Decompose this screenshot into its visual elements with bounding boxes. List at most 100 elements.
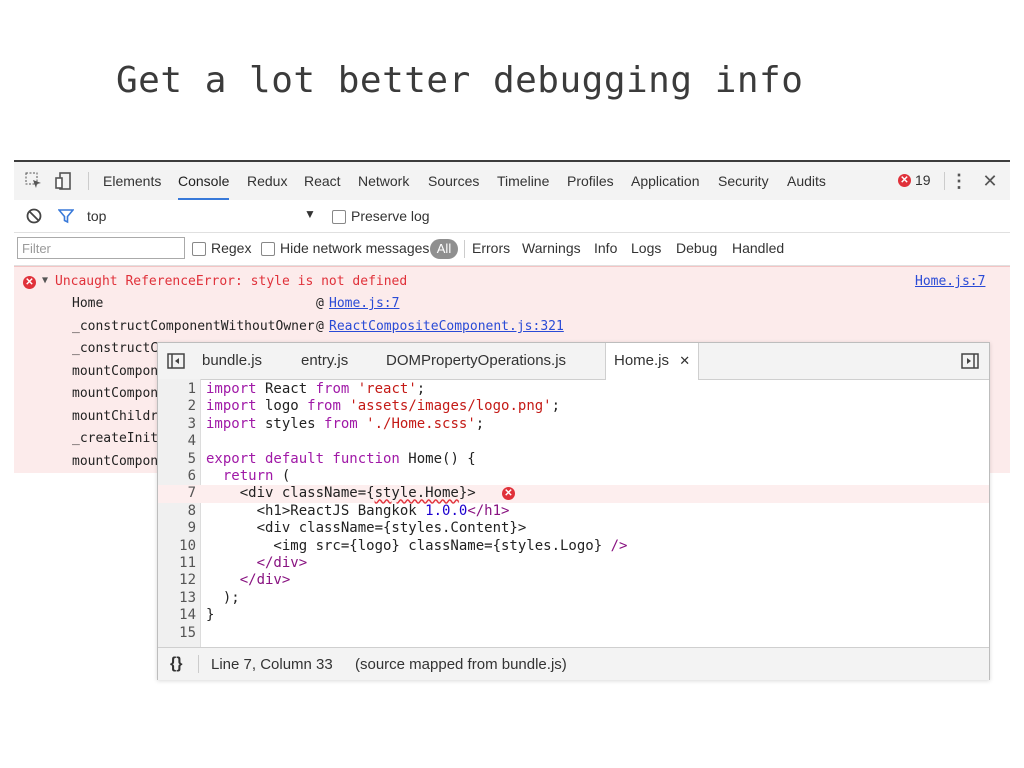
line-number: 3 <box>187 415 196 432</box>
line-number: 13 <box>179 589 196 606</box>
code-line[interactable]: 6 return ( <box>158 468 989 485</box>
level-info-button[interactable]: Info <box>594 240 617 256</box>
code-text: } <box>206 607 215 624</box>
code-text: </div> <box>239 572 291 589</box>
code-line[interactable]: 1 import React from 'react'; <box>158 381 989 398</box>
tab-profiles[interactable]: Profiles <box>567 162 614 200</box>
tab-sources[interactable]: Sources <box>428 162 479 200</box>
tab-audits[interactable]: Audits <box>787 162 826 200</box>
more-options-icon[interactable]: ⋮ <box>949 171 969 191</box>
stack-fn: _constructComponentWithoutOwner <box>72 319 315 334</box>
error-source-link[interactable]: Home.js:7 <box>915 274 985 289</box>
stack-fn: _createInit <box>72 431 159 446</box>
close-tab-icon[interactable]: ✕ <box>679 353 690 368</box>
devtools-tabbar: Elements Console Redux React Network Sou… <box>14 162 1010 201</box>
code-text: export default function Home() { <box>206 450 476 467</box>
level-all-button[interactable]: All <box>430 239 458 259</box>
code-line[interactable]: 2 import logo from 'assets/images/logo.pn… <box>158 398 989 415</box>
slide-title: Get a lot better debugging info <box>116 60 804 101</box>
chevron-down-icon[interactable]: ▼ <box>304 207 316 221</box>
context-select[interactable]: top <box>87 208 106 224</box>
code-text: import logo from 'assets/images/logo.png… <box>206 398 561 415</box>
tab-react[interactable]: React <box>304 162 341 200</box>
code-line[interactable]: 10 <img src={logo} className={styles.Log… <box>158 538 989 555</box>
source-tab-dompropertyoperations[interactable]: DOMPropertyOperations.js <box>386 343 566 379</box>
sources-tabbar: bundle.js entry.js DOMPropertyOperations… <box>158 343 989 380</box>
source-map-note: (source mapped from bundle.js) <box>355 656 567 673</box>
close-icon[interactable]: ✕ <box>980 171 1000 191</box>
stack-fn: mountCompon <box>72 364 159 379</box>
stack-source-link[interactable]: Home.js:7 <box>329 296 399 311</box>
level-warnings-button[interactable]: Warnings <box>522 240 581 256</box>
sources-status-bar: {} Line 7, Column 33 (source mapped from… <box>158 647 989 680</box>
line-number: 9 <box>187 520 196 537</box>
code-line[interactable]: 14} <box>158 607 989 624</box>
tab-console[interactable]: Console <box>178 162 230 200</box>
line-number: 1 <box>187 381 196 397</box>
error-icon: ✕ <box>898 173 911 187</box>
stack-fn: mountChildr <box>72 409 159 424</box>
line-number: 7 <box>187 485 196 502</box>
level-handled-button[interactable]: Handled <box>732 240 784 256</box>
code-line[interactable]: 11 </div> <box>158 555 989 572</box>
code-line[interactable]: 12 </div> <box>158 572 989 589</box>
hide-network-checkbox[interactable] <box>261 242 275 256</box>
tab-network[interactable]: Network <box>358 162 409 200</box>
preserve-log-checkbox[interactable] <box>332 210 346 224</box>
level-logs-button[interactable]: Logs <box>631 240 661 256</box>
cursor-position: Line 7, Column 33 <box>211 656 333 673</box>
regex-checkbox[interactable] <box>192 242 206 256</box>
hide-network-label: Hide network messages <box>280 240 430 256</box>
code-line[interactable]: 3 import styles from './Home.scss'; <box>158 416 989 433</box>
tab-redux[interactable]: Redux <box>247 162 287 200</box>
tab-application[interactable]: Application <box>631 162 700 200</box>
at-symbol: @ <box>316 296 324 311</box>
clear-console-icon[interactable] <box>24 206 44 226</box>
pretty-print-icon[interactable]: {} <box>170 655 182 673</box>
source-tab-home[interactable]: Home.js ✕ <box>605 343 700 380</box>
source-tab-entry[interactable]: entry.js <box>301 343 348 379</box>
stack-source-link[interactable]: ReactCompositeComponent.js:321 <box>329 319 564 334</box>
code-text: import React from 'react'; <box>206 381 426 397</box>
level-errors-button[interactable]: Errors <box>472 240 510 256</box>
error-icon: ✕ <box>23 276 36 289</box>
tab-security[interactable]: Security <box>718 162 769 200</box>
error-count-value: 19 <box>915 172 931 188</box>
toggle-debugger-icon[interactable] <box>960 351 980 371</box>
inspect-element-icon[interactable] <box>24 171 44 191</box>
filter-input[interactable]: Filter <box>17 237 185 259</box>
code-line[interactable]: 4 <box>158 433 989 450</box>
console-context-bar: top ▼ Preserve log <box>14 200 1010 233</box>
line-number: 6 <box>187 468 196 484</box>
expand-triangle-icon[interactable]: ▼ <box>42 275 48 286</box>
stack-fn: mountCompon <box>72 386 159 401</box>
filter-icon[interactable] <box>56 206 76 226</box>
line-number: 14 <box>179 607 196 624</box>
code-text: <div className={style.Home}> <box>206 485 476 502</box>
level-debug-button[interactable]: Debug <box>676 240 717 256</box>
at-symbol: @ <box>316 319 324 334</box>
line-number: 2 <box>187 398 196 415</box>
preserve-log-label: Preserve log <box>351 208 430 224</box>
tab-timeline[interactable]: Timeline <box>497 162 549 200</box>
toggle-navigator-icon[interactable] <box>166 351 186 371</box>
code-line[interactable]: 15 <box>158 625 989 642</box>
code-text: return ( <box>222 468 291 484</box>
source-tab-bundle[interactable]: bundle.js <box>202 343 262 379</box>
tab-elements[interactable]: Elements <box>103 162 161 200</box>
code-line[interactable]: 5 export default function Home() { <box>158 451 989 468</box>
code-line[interactable]: 8 <h1>ReactJS Bangkok 1.0.0</h1> <box>158 503 989 520</box>
code-line[interactable]: 9 <div className={styles.Content}> <box>158 520 989 537</box>
line-number: 15 <box>179 624 196 641</box>
code-text: <h1>ReactJS Bangkok 1.0.0</h1> <box>206 502 510 519</box>
device-mode-icon[interactable] <box>54 171 74 191</box>
error-message: Uncaught ReferenceError: style is not de… <box>55 274 408 289</box>
code-line[interactable]: 13 ); <box>158 590 989 607</box>
line-number: 12 <box>179 572 196 589</box>
error-count-badge[interactable]: ✕ 19 <box>898 172 931 188</box>
code-line-error[interactable]: 7 <div className={style.Home}> ✕ <box>158 485 989 503</box>
code-text: <div className={styles.Content}> <box>206 520 527 537</box>
code-text: ); <box>206 589 240 606</box>
line-number: 11 <box>179 555 196 571</box>
line-number: 8 <box>187 502 196 519</box>
